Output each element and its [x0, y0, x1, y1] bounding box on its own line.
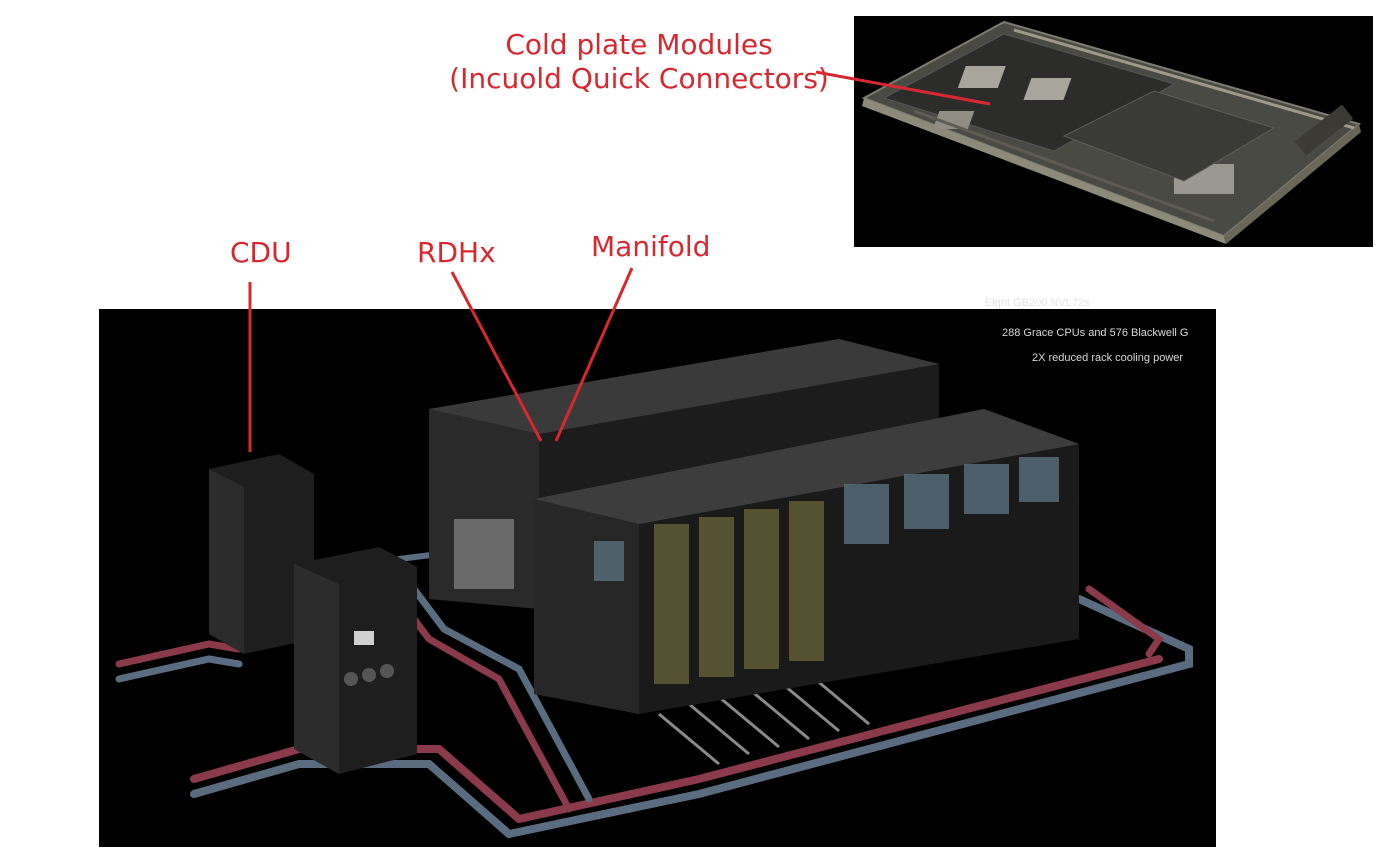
cold-plate-module-image: [854, 16, 1373, 247]
liquid-cooled-datacenter-image: [99, 309, 1216, 847]
overlay-text-line-1: Eight GB200 NVL72s: [985, 297, 1090, 309]
datacenter-rendering: [115, 339, 1193, 839]
rdhx-label: RDHx: [417, 236, 496, 269]
cold-plate-board-drawing: [861, 20, 1362, 244]
cold-plate-modules-label: Cold plate Modules (Incuold Quick Connec…: [440, 28, 838, 95]
manifold-label: Manifold: [591, 230, 711, 263]
cdu-label: CDU: [230, 236, 292, 269]
cold-plate-label-line-1: Cold plate Modules: [505, 28, 773, 61]
cold-plate-label-line-2: (Incuold Quick Connectors): [449, 61, 829, 95]
cdu-units: [209, 454, 417, 774]
overlay-text-line-2: 288 Grace CPUs and 576 Blackwell G: [1002, 327, 1189, 339]
overlay-text-line-3: 2X reduced rack cooling power: [1032, 352, 1184, 364]
